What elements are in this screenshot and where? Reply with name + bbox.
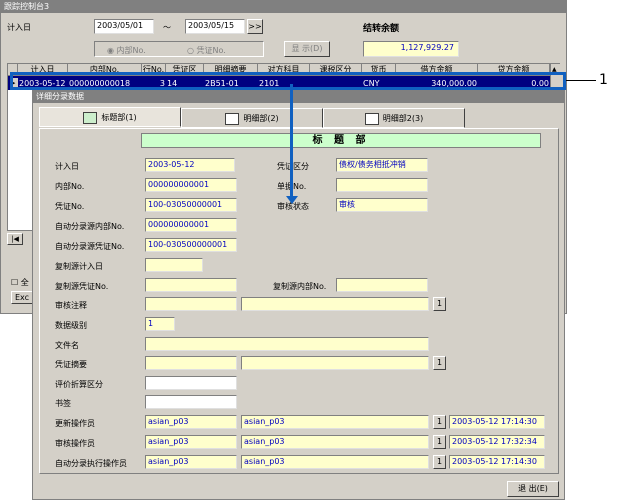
file-name-label: 文件名: [55, 341, 79, 350]
radio-voucher-icon: ○: [187, 46, 197, 55]
auto-user-id-field[interactable]: asian_p03: [145, 455, 237, 469]
tab-header[interactable]: 标题部(1): [39, 107, 181, 127]
copy-date-field[interactable]: [145, 258, 203, 272]
book-icon: [83, 111, 98, 124]
auto-voucher-field[interactable]: 100-030500000001: [145, 238, 237, 252]
copy-date-label: 复制源计入日: [55, 262, 103, 271]
auto-internal-field[interactable]: 000000000001: [145, 218, 237, 232]
date-from-input[interactable]: 2003/05/01: [94, 19, 154, 34]
auto-internal-label: 自动分录源内部No.: [55, 222, 125, 231]
detail-dialog-title: 详细分录数据: [33, 91, 564, 103]
balance-value: 1,127,929.27: [363, 41, 459, 57]
voucher-summary-label: 凭证摘要: [55, 360, 87, 369]
callout-number: 1: [599, 72, 608, 88]
tab-detail2-label: 明细部2(3): [382, 114, 424, 123]
radio-internal-icon: ◉: [107, 46, 117, 55]
review-time-field[interactable]: 2003-05-12 17:32:34: [449, 435, 545, 449]
callout-line: [566, 80, 596, 81]
copy-voucher-label: 复制源凭证No.: [55, 282, 109, 291]
detail-dialog: 详细分录数据 标题部(1) 明细部(2) 明细部2(3) 标 题 部 计入日 2…: [32, 90, 565, 500]
main-window-title: 跟踪控制台3: [1, 1, 566, 13]
tab-detail2[interactable]: 明细部2(3): [323, 108, 465, 128]
date-label: 计入日: [7, 23, 31, 32]
auto-time-field[interactable]: 2003-05-12 17:14:30: [449, 455, 545, 469]
radio-internal-label: 内部No.: [116, 46, 146, 55]
voucher-kind-field[interactable]: 债权/债务相抵冲销: [336, 158, 428, 172]
auto-user-name-field[interactable]: asian_p03: [241, 455, 429, 469]
review-status-field[interactable]: 审核: [336, 198, 428, 212]
voucher-no-field[interactable]: 100-03050000001: [145, 198, 237, 212]
bookmark-field[interactable]: [145, 395, 237, 409]
file-name-field[interactable]: [145, 337, 429, 351]
bookmark-label: 书签: [55, 399, 71, 408]
jump-button[interactable]: >>: [247, 19, 263, 34]
eval-kind-label: 评价折算区分: [55, 380, 103, 389]
review-note-label: 审核注释: [55, 301, 87, 310]
copy-internal-label: 复制源内部No.: [273, 282, 327, 291]
copy-internal-field[interactable]: [336, 278, 428, 292]
tab-detail[interactable]: 明细部(2): [181, 108, 323, 128]
select-all-label: 全: [20, 278, 29, 287]
review-user-name-field[interactable]: asian_p03: [241, 435, 429, 449]
voucher-summary-lookup-button[interactable]: 1: [433, 356, 446, 370]
tab-detail-label: 明细部(2): [243, 114, 279, 123]
checkbox-icon: ☐: [11, 278, 21, 287]
voucher-no-label: 凭证No.: [55, 202, 85, 211]
review-note-lookup-button[interactable]: 1: [433, 297, 446, 311]
balance-label: 结转余额: [363, 24, 400, 34]
exit-button[interactable]: 退 出(E): [507, 481, 559, 497]
auto-user-lookup-button[interactable]: 1: [433, 455, 446, 469]
callout-arrow-line: [290, 84, 293, 200]
header-section-title: 标 题 部: [141, 133, 541, 148]
copy-voucher-field[interactable]: [145, 278, 237, 292]
voucher-summary-text-field[interactable]: [241, 356, 429, 370]
update-user-lookup-button[interactable]: 1: [433, 415, 446, 429]
single-no-field[interactable]: [336, 178, 428, 192]
internal-no-label: 内部No.: [55, 182, 85, 191]
auto-voucher-label: 自动分录源凭证No.: [55, 242, 125, 251]
show-button[interactable]: 显 示(D): [284, 41, 330, 57]
select-all-checkbox[interactable]: ☐ 全: [11, 277, 29, 288]
date-field-label: 计入日: [55, 162, 79, 171]
arrow-down-icon: [286, 196, 298, 204]
date-field[interactable]: 2003-05-12: [145, 158, 235, 172]
auto-user-label: 自动分录执行操作员: [55, 459, 127, 468]
update-time-field[interactable]: 2003-05-12 17:14:30: [449, 415, 545, 429]
form-icon: [364, 112, 379, 125]
eval-kind-field[interactable]: [145, 376, 237, 390]
review-user-label: 审核操作员: [55, 439, 95, 448]
update-user-name-field[interactable]: asian_p03: [241, 415, 429, 429]
update-user-label: 更新操作员: [55, 419, 95, 428]
date-to-input[interactable]: 2003/05/15: [185, 19, 245, 34]
radio-voucher-label: 凭证No.: [196, 46, 226, 55]
row-highlight-frame: [10, 72, 566, 90]
review-user-lookup-button[interactable]: 1: [433, 435, 446, 449]
tilde-label: ～: [163, 23, 171, 32]
nav-first-button[interactable]: |◀: [7, 233, 23, 245]
internal-no-field[interactable]: 000000000001: [145, 178, 237, 192]
review-user-id-field[interactable]: asian_p03: [145, 435, 237, 449]
radio-internal[interactable]: ◉ 内部No.: [107, 45, 146, 56]
voucher-summary-code-field[interactable]: [145, 356, 237, 370]
document-icon: [225, 112, 240, 125]
data-level-field[interactable]: 1: [145, 317, 175, 331]
data-level-label: 数据级别: [55, 321, 87, 330]
voucher-kind-label: 凭证区分: [277, 162, 309, 171]
review-note-text-field[interactable]: [241, 297, 429, 311]
radio-voucher[interactable]: ○ 凭证No.: [187, 45, 226, 56]
tab-header-label: 标题部(1): [101, 113, 137, 122]
excel-button[interactable]: Exc: [11, 291, 33, 304]
update-user-id-field[interactable]: asian_p03: [145, 415, 237, 429]
review-note-code-field[interactable]: [145, 297, 237, 311]
